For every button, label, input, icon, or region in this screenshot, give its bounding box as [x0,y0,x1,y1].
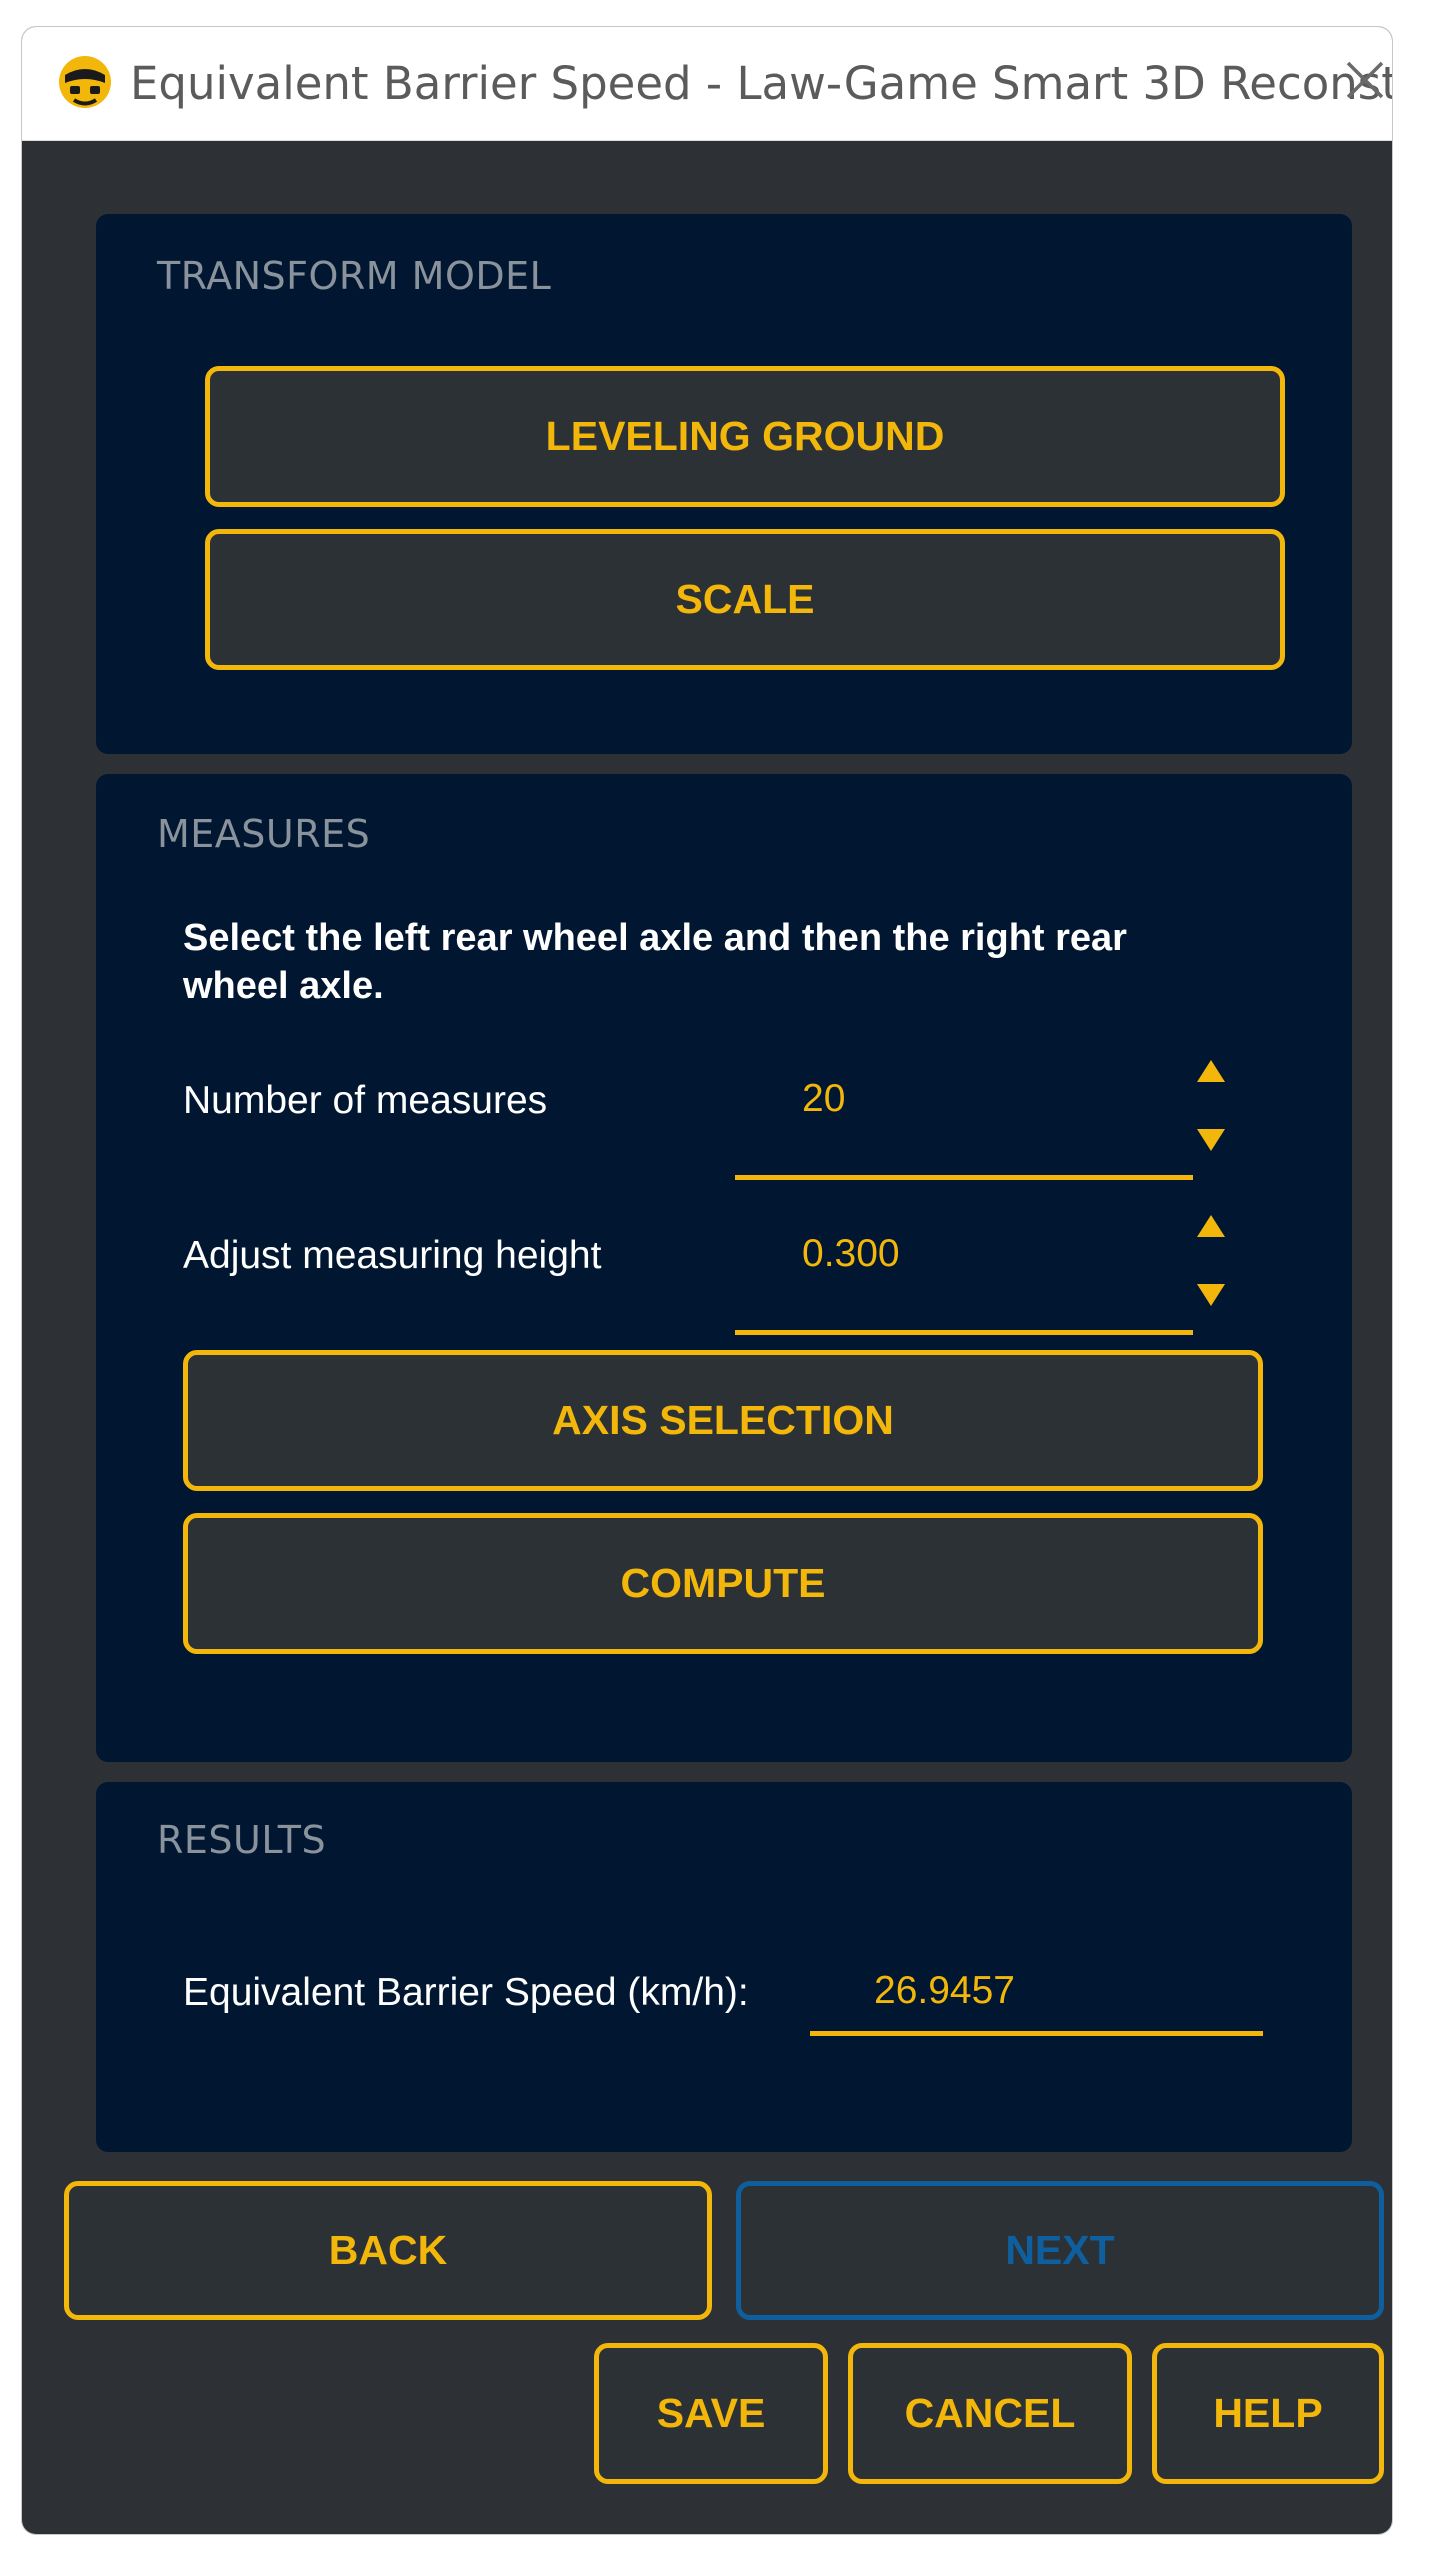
help-button[interactable]: HELP [1152,2343,1384,2484]
axis-selection-button[interactable]: AXIS SELECTION [183,1350,1263,1491]
triangle-up-icon[interactable] [1194,1057,1228,1085]
cancel-button[interactable]: CANCEL [848,2343,1132,2484]
save-button[interactable]: SAVE [594,2343,828,2484]
back-button[interactable]: BACK [64,2181,712,2320]
number-of-measures-label: Number of measures [183,1079,548,1122]
number-of-measures-input[interactable]: 20 [802,1077,845,1121]
window-title: Equivalent Barrier Speed - Law-Game Smar… [130,57,1392,110]
equivalent-barrier-speed-value: 26.9457 [874,1969,1015,2012]
number-of-measures-underline [735,1175,1193,1180]
panel-title: RESULTS [157,1818,327,1862]
results-panel: RESULTS [96,1782,1352,2152]
triangle-up-icon[interactable] [1194,1212,1228,1240]
measuring-height-label: Adjust measuring height [183,1234,602,1277]
transform-model-panel: TRANSFORM MODEL LEVELING GROUND SCALE [96,214,1352,754]
panel-title: MEASURES [157,812,371,856]
dialog-window: Equivalent Barrier Speed - Law-Game Smar… [22,27,1392,2534]
scale-button[interactable]: SCALE [205,529,1285,670]
measuring-height-input[interactable]: 0.300 [802,1232,900,1276]
equivalent-barrier-speed-underline [810,2031,1263,2036]
triangle-down-icon[interactable] [1194,1126,1228,1154]
triangle-down-icon[interactable] [1194,1281,1228,1309]
compute-button[interactable]: COMPUTE [183,1513,1263,1654]
panel-title: TRANSFORM MODEL [157,254,552,298]
next-button[interactable]: NEXT [736,2181,1384,2320]
equivalent-barrier-speed-label: Equivalent Barrier Speed (km/h): [183,1971,749,2014]
instruction-text: Select the left rear wheel axle and then… [183,917,1127,1007]
leveling-ground-button[interactable]: LEVELING GROUND [205,366,1285,507]
measuring-height-underline [735,1330,1193,1335]
close-icon[interactable] [1340,55,1390,105]
title-bar: Equivalent Barrier Speed - Law-Game Smar… [22,27,1392,141]
app-logo-icon [59,56,111,108]
